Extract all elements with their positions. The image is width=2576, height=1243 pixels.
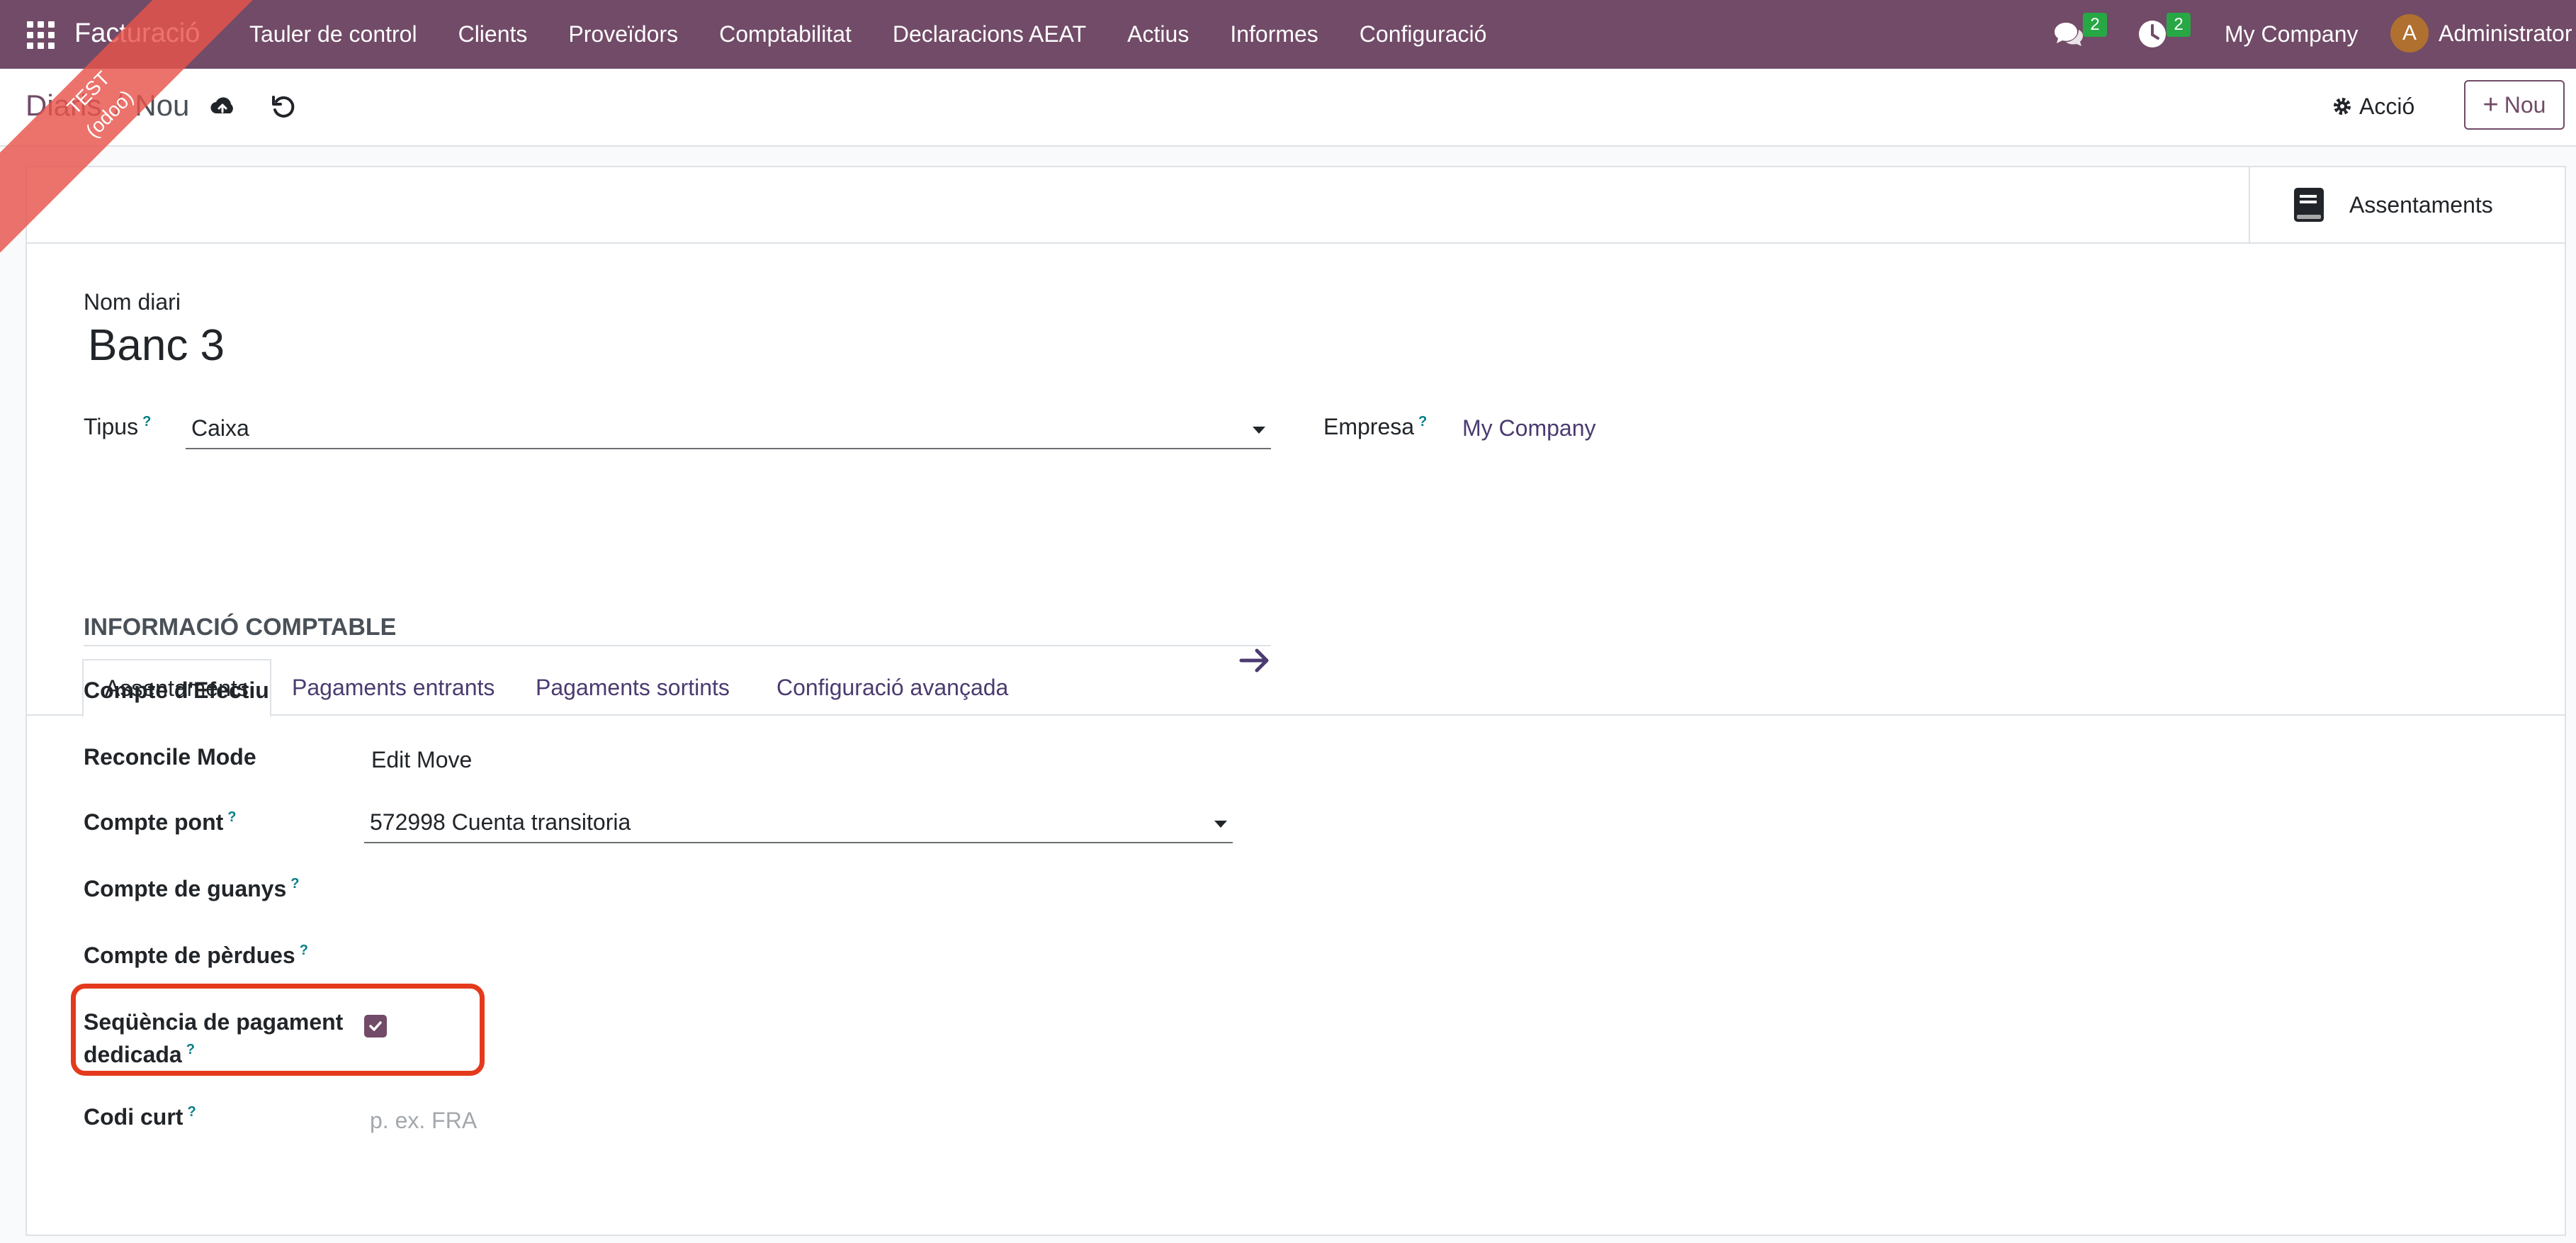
- tab-incoming-payments[interactable]: Pagaments entrants: [271, 659, 516, 716]
- dedicated-sequence-checkbox[interactable]: [364, 1015, 387, 1037]
- company-switcher[interactable]: My Company: [2225, 21, 2358, 47]
- menu-item-reports[interactable]: Informes: [1230, 21, 1318, 47]
- short-code-label: Codi curt?: [84, 1104, 196, 1130]
- open-record-arrow-icon[interactable]: [1237, 642, 1274, 679]
- journal-entries-smart-button[interactable]: Assentaments: [2249, 167, 2565, 242]
- avatar: A: [2390, 14, 2429, 52]
- book-icon: [2294, 188, 2324, 222]
- accounting-info-title: INFORMACIÓ COMPTABLE: [84, 614, 1271, 646]
- smart-button-label: Assentaments: [2349, 191, 2493, 218]
- control-panel: Diaris / Nou Acció + Nou: [0, 69, 2576, 147]
- app-name[interactable]: Facturació: [74, 18, 200, 49]
- type-help-icon[interactable]: ?: [142, 414, 151, 429]
- plus-icon: +: [2482, 90, 2499, 120]
- journal-name-label: Nom diari: [84, 289, 181, 315]
- new-label: Nou: [2504, 91, 2546, 118]
- menu-item-customers[interactable]: Clients: [458, 21, 528, 47]
- action-label: Acció: [2359, 93, 2415, 119]
- checkmark-icon: [369, 1021, 382, 1031]
- menu-item-accounting[interactable]: Comptabilitat: [719, 21, 852, 47]
- chevron-down-icon: [1253, 427, 1265, 434]
- messages-icon[interactable]: 2: [2052, 13, 2107, 51]
- dedicated-sequence-help-icon[interactable]: ?: [186, 1042, 195, 1057]
- smart-button-box: Assentaments: [27, 167, 2565, 244]
- top-navbar: Facturació Tauler de control Clients Pro…: [0, 0, 2576, 69]
- company-value[interactable]: My Company: [1462, 415, 1596, 441]
- apps-grid-icon[interactable]: [27, 21, 55, 50]
- bridge-account-help-icon[interactable]: ?: [227, 809, 236, 825]
- menu-item-dashboard[interactable]: Tauler de control: [249, 21, 417, 47]
- form-sheet: Assentaments Nom diari Banc 3 Tipus? Cai…: [26, 166, 2566, 1236]
- bridge-account-select[interactable]: 572998 Cuenta transitoria: [364, 802, 1233, 843]
- menu-item-configuration[interactable]: Configuració: [1360, 21, 1487, 47]
- type-label: Tipus?: [84, 414, 152, 439]
- menu-item-vendors[interactable]: Proveïdors: [568, 21, 678, 47]
- cash-account-label: Compte d'Efectiu: [84, 677, 269, 703]
- short-code-help-icon[interactable]: ?: [187, 1104, 196, 1120]
- main-menu: Tauler de control Clients Proveïdors Com…: [249, 0, 1527, 69]
- user-name: Administrator: [2439, 20, 2572, 46]
- action-menu-button[interactable]: Acció: [2331, 87, 2414, 125]
- tab-advanced-settings[interactable]: Configuració avançada: [755, 659, 1029, 716]
- tab-outgoing-payments[interactable]: Pagaments sortints: [514, 659, 751, 716]
- gear-icon: [2334, 98, 2351, 115]
- activities-badge: 2: [2167, 13, 2191, 37]
- dedicated-sequence-label: Seqüència de pagament: [84, 1009, 344, 1035]
- breadcrumb-journals-link[interactable]: Diaris: [26, 89, 101, 122]
- breadcrumb-current: Nou: [135, 89, 190, 122]
- type-value: Caixa: [191, 415, 249, 441]
- breadcrumb-separator: /: [114, 89, 123, 122]
- notebook-tabs: Assentaments Pagaments entrants Pagament…: [27, 659, 2565, 717]
- company-label: Empresa?: [1323, 414, 1428, 439]
- company-help-icon[interactable]: ?: [1418, 414, 1427, 429]
- reconcile-mode-label: Reconcile Mode: [84, 744, 256, 770]
- menu-item-assets[interactable]: Actius: [1127, 21, 1189, 47]
- type-select[interactable]: Caixa: [186, 408, 1271, 449]
- systray: 2 2 My Company A Administrator: [1995, 0, 2576, 69]
- short-code-input[interactable]: [364, 1104, 860, 1137]
- activities-clock-icon[interactable]: 2: [2135, 13, 2191, 51]
- chevron-down-icon: [1214, 821, 1227, 828]
- discard-undo-icon[interactable]: [268, 91, 299, 123]
- messages-badge: 2: [2083, 13, 2107, 37]
- journal-name-input[interactable]: Banc 3: [88, 320, 225, 371]
- loss-account-label: Compte de pèrdues?: [84, 943, 308, 968]
- profit-account-label: Compte de guanys?: [84, 876, 300, 901]
- breadcrumb: Diaris / Nou: [26, 89, 189, 123]
- bridge-account-value: 572998 Cuenta transitoria: [370, 809, 631, 835]
- reconcile-mode-value[interactable]: Edit Move: [371, 747, 472, 773]
- dedicated-sequence-label-line2: dedicada?: [84, 1042, 195, 1067]
- bridge-account-label: Compte pont?: [84, 809, 237, 835]
- user-menu[interactable]: A Administrator: [2390, 14, 2572, 52]
- menu-item-aeat-declarations[interactable]: Declaracions AEAT: [893, 21, 1086, 47]
- save-cloud-icon[interactable]: [207, 91, 238, 123]
- new-record-button[interactable]: + Nou: [2464, 80, 2565, 130]
- loss-account-help-icon[interactable]: ?: [300, 943, 308, 958]
- profit-account-help-icon[interactable]: ?: [290, 876, 299, 892]
